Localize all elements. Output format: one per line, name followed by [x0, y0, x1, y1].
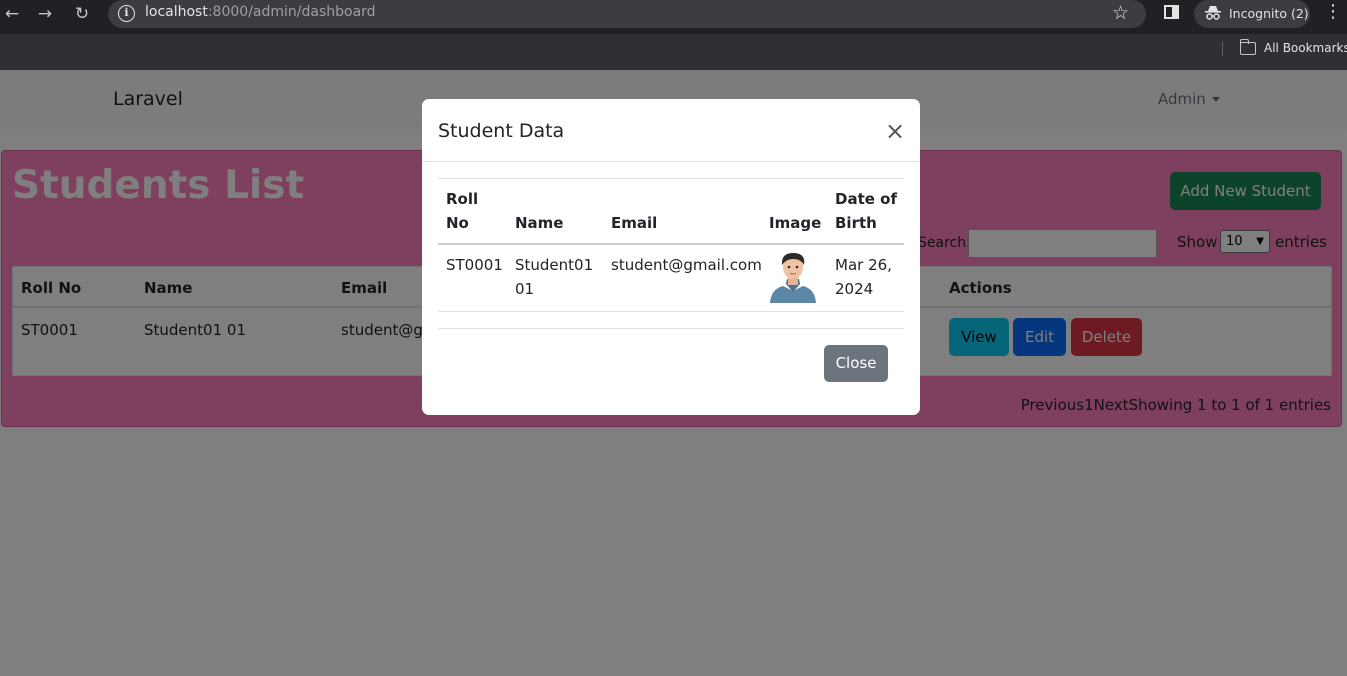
- table-top-border: [438, 178, 904, 179]
- reload-icon[interactable]: ↻: [70, 3, 94, 25]
- incognito-indicator[interactable]: Incognito (2): [1194, 0, 1310, 28]
- forward-icon[interactable]: →: [33, 3, 57, 25]
- table-row-border: [438, 311, 904, 312]
- folder-icon[interactable]: [1239, 39, 1256, 55]
- url-host: localhost: [145, 4, 208, 20]
- star-icon[interactable]: ☆: [1112, 2, 1129, 24]
- modal-title: Student Data: [438, 120, 565, 142]
- url-text[interactable]: localhost:8000/admin/dashboard: [145, 4, 376, 20]
- modal-cell-email: student@gmail.com: [611, 256, 762, 274]
- header-roll-no: Roll No: [446, 187, 478, 235]
- header-roll-no-line1: Roll: [446, 190, 479, 208]
- header-dob: Date of Birth: [835, 187, 897, 235]
- address-bar[interactable]: i localhost:8000/admin/dashboard ☆: [108, 0, 1146, 28]
- side-panel-icon[interactable]: [1164, 5, 1179, 19]
- close-icon[interactable]: ×: [885, 119, 905, 143]
- header-email: Email: [611, 214, 658, 232]
- modal-cell-name-line1: Student01: [515, 256, 594, 274]
- incognito-icon: [1205, 6, 1221, 20]
- modal-footer-divider: [438, 328, 904, 329]
- close-button[interactable]: Close: [824, 345, 888, 382]
- menu-icon[interactable]: ⋮: [1324, 2, 1342, 24]
- back-icon[interactable]: ←: [0, 3, 24, 25]
- all-bookmarks-link[interactable]: All Bookmarks: [1264, 41, 1347, 55]
- url-path: :8000/admin/dashboard: [207, 4, 376, 20]
- student-avatar: [770, 253, 816, 303]
- info-icon[interactable]: i: [118, 5, 135, 22]
- modal-cell-dob-line1: Mar 26,: [835, 256, 892, 274]
- modal-cell-dob: Mar 26, 2024: [835, 253, 892, 301]
- browser-toolbar: ← → ↻ i localhost:8000/admin/dashboard ☆…: [0, 0, 1347, 34]
- incognito-label: Incognito (2): [1229, 6, 1309, 21]
- table-header-border: [438, 243, 904, 245]
- modal-cell-roll-no: ST0001: [446, 256, 503, 274]
- student-data-modal: Student Data × Roll No Name Email Image D…: [422, 99, 920, 415]
- modal-cell-name-line2: 01: [515, 280, 535, 298]
- modal-cell-name: Student01 01: [515, 253, 593, 301]
- bookmarks-bar: [0, 34, 1347, 70]
- header-dob-line2: Birth: [835, 214, 877, 232]
- header-roll-no-line2: No: [446, 214, 469, 232]
- modal-header-divider: [422, 161, 920, 162]
- header-dob-line1: Date of: [835, 190, 897, 208]
- header-name: Name: [515, 214, 564, 232]
- header-image: Image: [769, 214, 822, 232]
- bookmarks-separator: [1222, 42, 1223, 56]
- modal-cell-dob-line2: 2024: [835, 280, 874, 298]
